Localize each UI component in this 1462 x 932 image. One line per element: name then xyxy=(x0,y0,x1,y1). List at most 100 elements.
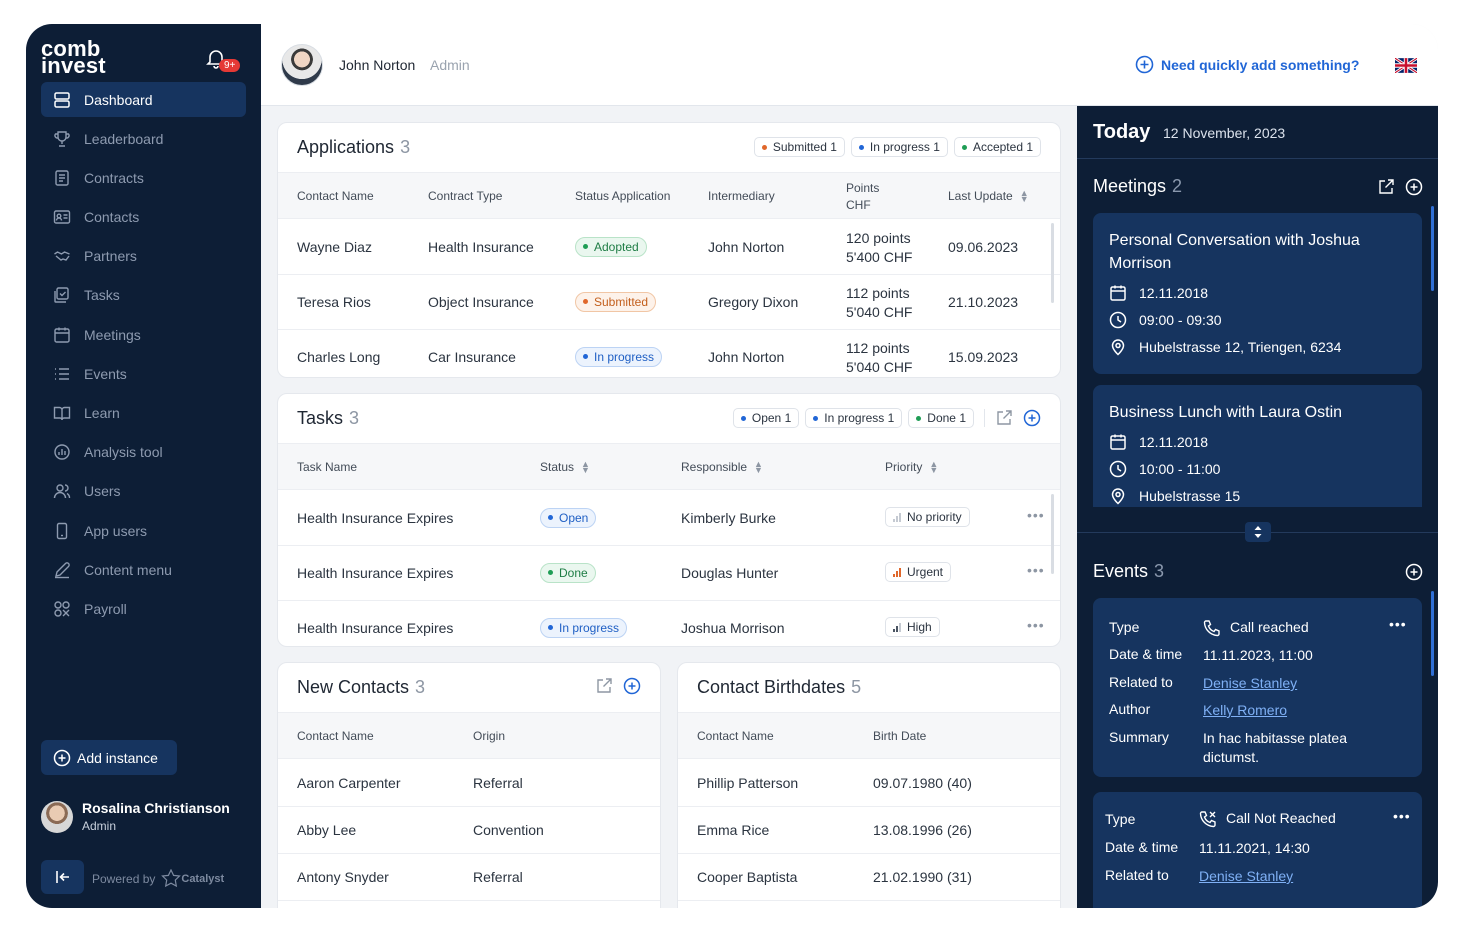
contact-name: Antony Snyder xyxy=(297,869,389,885)
row-menu-button[interactable]: ••• xyxy=(1027,507,1045,523)
plus-circle-icon xyxy=(1135,55,1154,74)
table-row[interactable]: Antony Snyder Referral xyxy=(278,854,660,901)
sidebar-item-users[interactable]: Users xyxy=(41,474,246,509)
event-menu-button[interactable]: ••• xyxy=(1389,616,1407,632)
contact-origin: Referral xyxy=(473,775,523,791)
status-cell: In progress xyxy=(540,617,628,638)
user-profile[interactable]: Rosalina Christianson Admin xyxy=(41,800,230,833)
sidebar-item-payroll[interactable]: Payroll xyxy=(41,591,246,626)
profile-role: Admin xyxy=(82,819,117,833)
meeting-card[interactable]: Personal Conversation with Joshua Morris… xyxy=(1093,213,1422,374)
column-header: Contract Type xyxy=(428,189,503,203)
priority-bars-icon xyxy=(893,567,902,577)
points: 120 points xyxy=(846,230,911,246)
column-header: Points xyxy=(846,181,880,195)
contact-origin: Referral xyxy=(473,869,523,885)
events-scrollbar[interactable] xyxy=(1431,591,1434,676)
table-row[interactable]: Phillip Patterson 09.07.1980 (40) xyxy=(678,760,1060,807)
scrollbar[interactable] xyxy=(1051,494,1054,574)
scrollbar[interactable] xyxy=(1051,223,1054,303)
column-header-priority[interactable]: Priority ▲ ▼ xyxy=(885,460,938,475)
new-contacts-title-text: New Contacts xyxy=(297,677,410,697)
status-label: Adopted xyxy=(594,239,639,254)
collapse-sidebar-button[interactable] xyxy=(41,860,84,894)
sidebar-item-app-users[interactable]: App users xyxy=(41,513,246,548)
intermediary: John Norton xyxy=(708,239,785,255)
uk-flag-icon[interactable] xyxy=(1395,58,1417,73)
sidebar-item-content-menu[interactable]: Content menu xyxy=(41,552,246,587)
external-link-icon[interactable] xyxy=(595,677,613,695)
sidebar-item-meetings[interactable]: Meetings xyxy=(41,317,246,352)
meeting-card[interactable]: Business Lunch with Laura Ostin 12.11.20… xyxy=(1093,385,1422,507)
event-card[interactable]: Type Call Not Reached ••• Date & time 11… xyxy=(1093,792,1422,908)
sidebar-item-partners[interactable]: Partners xyxy=(41,239,246,274)
column-header-status[interactable]: Status ▲ ▼ xyxy=(540,459,590,475)
filter-accepted[interactable]: Accepted 1 xyxy=(953,137,1041,157)
plus-circle-icon[interactable] xyxy=(1405,178,1423,196)
filter-label: In progress 1 xyxy=(869,140,940,154)
profile-name: Rosalina Christianson xyxy=(82,800,230,816)
add-instance-button[interactable]: Add instance xyxy=(41,740,177,775)
meeting-place-row: Hubelstrasse 12, Triengen, 6234 xyxy=(1109,338,1406,356)
external-link-icon[interactable] xyxy=(995,409,1013,427)
birth-date: 21.02.1990 (31) xyxy=(873,869,972,885)
table-row[interactable]: Health Insurance Expires Open Kimberly B… xyxy=(278,491,1060,546)
row-menu-button[interactable]: ••• xyxy=(1027,562,1045,578)
filter-in-progress[interactable]: In progress 1 xyxy=(805,408,903,428)
event-menu-button[interactable]: ••• xyxy=(1393,808,1411,824)
filter-in-progress[interactable]: In progress 1 xyxy=(850,137,948,157)
event-related-link[interactable]: Denise Stanley xyxy=(1203,674,1297,693)
table-row[interactable]: Charles Long Car Insurance In progress J… xyxy=(278,330,1060,377)
status-cell: Open xyxy=(540,507,597,528)
powered-brand-label: Catalyst xyxy=(181,873,225,885)
filter-label: Open 1 xyxy=(751,411,792,425)
sidebar-item-contacts[interactable]: Contacts xyxy=(41,200,246,235)
event-card[interactable]: Type Call reached ••• Date & time 11.11.… xyxy=(1093,598,1422,777)
priority-label: Urgent xyxy=(907,565,944,579)
column-header-responsible[interactable]: Responsible ▲ ▼ xyxy=(681,460,763,475)
resize-handle[interactable] xyxy=(1245,522,1271,542)
sidebar-item-learn[interactable]: Learn xyxy=(41,396,246,431)
quick-add-button[interactable]: Need quickly add something? xyxy=(1135,55,1359,74)
row-menu-button[interactable]: ••• xyxy=(1027,617,1045,633)
table-row[interactable]: Health Insurance Expires Done Douglas Hu… xyxy=(278,546,1060,601)
sidebar-item-label: Leaderboard xyxy=(84,130,164,147)
filter-submitted[interactable]: Submitted 1 xyxy=(753,137,845,157)
table-row[interactable]: Cooper Baptista 21.02.1990 (31) xyxy=(678,854,1060,901)
sidebar-item-leaderboard[interactable]: Leaderboard xyxy=(41,121,246,156)
table-row[interactable]: Teresa Rios Object Insurance Submitted G… xyxy=(278,275,1060,330)
sidebar-item-analysis-tool[interactable]: Analysis tool xyxy=(41,435,246,470)
plus-circle-icon[interactable] xyxy=(1405,563,1423,581)
last-update: 15.09.2023 xyxy=(948,349,1019,365)
header-avatar[interactable] xyxy=(281,44,323,86)
filter-label: Done 1 xyxy=(927,411,966,425)
status-dot xyxy=(813,415,819,421)
filter-done[interactable]: Done 1 xyxy=(908,408,974,428)
table-row[interactable]: Emma Rice 13.08.1996 (26) xyxy=(678,807,1060,854)
sort-icon: ▲ ▼ xyxy=(581,459,590,475)
table-row[interactable]: Health Insurance Expires In progress Jos… xyxy=(278,601,1060,646)
contact-name: Charles Long xyxy=(297,349,381,365)
column-header-last-update[interactable]: Last Update ▲ ▼ xyxy=(948,189,1029,204)
sidebar-item-contracts[interactable]: Contracts xyxy=(41,160,246,195)
table-row[interactable]: Aaron Carpenter Referral xyxy=(278,760,660,807)
logo[interactable]: comb invest xyxy=(41,38,106,77)
event-related-link[interactable]: Denise Stanley xyxy=(1199,867,1293,886)
external-link-icon[interactable] xyxy=(1377,178,1395,196)
event-type-cell: Call Not Reached xyxy=(1199,809,1336,828)
sidebar-item-dashboard[interactable]: Dashboard xyxy=(41,82,246,117)
meetings-scrollbar[interactable] xyxy=(1431,206,1434,291)
event-author-link[interactable]: Kelly Romero xyxy=(1203,701,1287,720)
resize-vertical-icon xyxy=(1254,526,1262,538)
table-row[interactable]: Abby Lee Convention xyxy=(278,807,660,854)
plus-circle-icon[interactable] xyxy=(623,677,641,695)
filter-open[interactable]: Open 1 xyxy=(732,408,800,428)
payroll-icon xyxy=(54,601,70,617)
applications-count: 3 xyxy=(400,137,411,157)
sidebar-item-tasks[interactable]: Tasks xyxy=(41,278,246,313)
table-row[interactable]: Wayne Diaz Health Insurance Adopted John… xyxy=(278,220,1060,275)
plus-circle-icon[interactable] xyxy=(1023,409,1041,427)
contract-type: Object Insurance xyxy=(428,294,534,310)
priority-label: No priority xyxy=(907,510,962,524)
sidebar-item-events[interactable]: Events xyxy=(41,356,246,391)
